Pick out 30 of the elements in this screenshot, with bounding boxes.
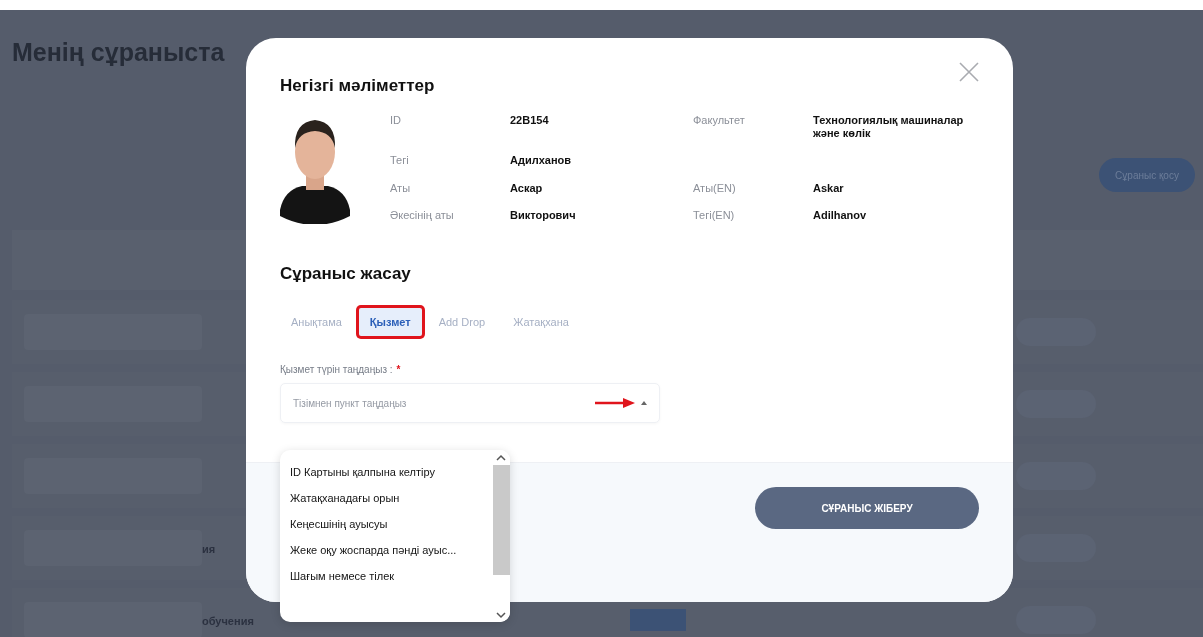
field-value: Викторович — [510, 208, 577, 223]
dropdown-option[interactable]: Шағым немесе тілек — [290, 570, 492, 582]
field-label: Аты(EN) — [693, 181, 737, 196]
scroll-up-icon[interactable] — [496, 454, 506, 462]
submit-button[interactable]: СҰРАНЫС ЖІБЕРУ — [755, 487, 979, 529]
dropdown-option[interactable]: Жеке оқу жоспарда пәнді ауыс... — [290, 544, 492, 556]
select-field[interactable]: Тізімнен пункт таңдаңыз — [280, 383, 660, 423]
scrollbar[interactable] — [492, 450, 510, 622]
section-title: Сұраныс жасау — [280, 264, 412, 284]
field-label: Аты — [390, 181, 412, 196]
caret-icon — [641, 401, 647, 405]
field-label: Қызмет түрін таңдаңыз : * — [280, 364, 402, 375]
field-label: Әкесінің аты — [390, 208, 455, 223]
dropdown-option[interactable]: Кеңесшінің ауысуы — [290, 518, 492, 530]
field-value: Adilhanov — [813, 208, 868, 223]
dropdown-option[interactable]: Жатақханадағы орын — [290, 492, 492, 504]
field-label: ID — [390, 114, 402, 128]
dropdown-option[interactable]: ID Картыны қалпына келтіру — [290, 466, 492, 478]
field-value: 22B154 — [510, 114, 550, 128]
scroll-down-icon[interactable] — [496, 611, 506, 619]
field-label: Тегі — [390, 154, 410, 169]
field-value: Аскар — [510, 181, 544, 196]
tab[interactable]: Қызмет — [358, 308, 422, 336]
field-label: Факультет — [693, 114, 746, 128]
field-value: Адилханов — [510, 154, 573, 169]
field-label: Тегі(EN) — [693, 208, 736, 223]
blurred-badge — [630, 609, 686, 631]
section-title: Негізгі мәліметтер — [280, 76, 436, 96]
field-value: Askar — [813, 181, 845, 196]
field-value: Технологиялық машиналар және көлік — [813, 114, 965, 142]
